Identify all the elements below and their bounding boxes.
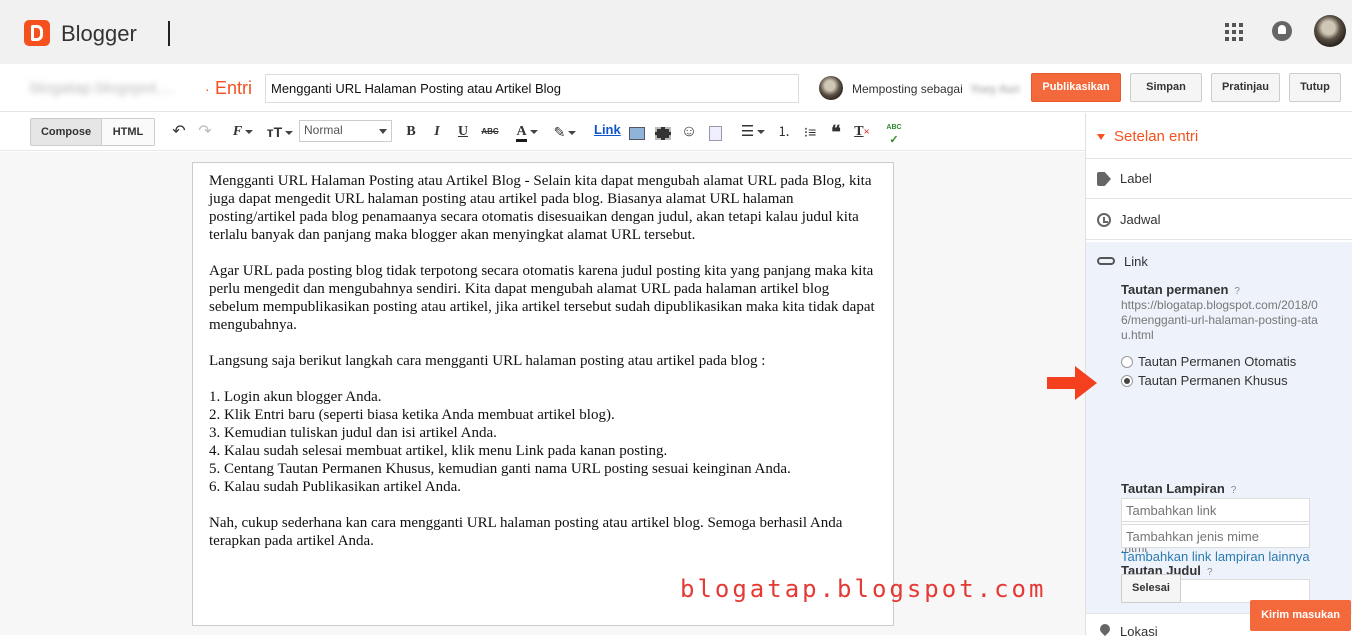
preview-button[interactable]: Pratinjau bbox=[1211, 73, 1280, 102]
strikethrough-button[interactable]: ABC bbox=[479, 122, 501, 142]
author-avatar bbox=[819, 76, 843, 100]
radio-button[interactable] bbox=[1121, 356, 1133, 368]
bulleted-list-icon[interactable]: ⁝≡ bbox=[800, 122, 820, 142]
watermark-text: blogatap.blogspot.com bbox=[680, 575, 1047, 603]
breadcrumb-separator: · bbox=[205, 81, 210, 97]
font-size-icon[interactable]: тT bbox=[264, 122, 296, 142]
sidebar-item-schedule[interactable]: Jadwal bbox=[1086, 200, 1352, 240]
done-button[interactable]: Selesai bbox=[1121, 574, 1181, 603]
red-arrow-icon bbox=[1047, 366, 1097, 400]
post-settings-sidebar: Setelan entri Label Jadwal Link Tautan p… bbox=[1085, 113, 1352, 639]
highlight-color-icon[interactable]: ✎ bbox=[550, 122, 580, 142]
alignment-icon[interactable]: ☰ bbox=[738, 122, 768, 142]
step-item: 2. Klik Entri baru (seperti biasa ketika… bbox=[209, 407, 615, 423]
help-icon[interactable]: ? bbox=[1207, 567, 1213, 578]
tag-icon bbox=[1097, 172, 1111, 186]
bold-button[interactable]: B bbox=[403, 122, 419, 142]
app-name[interactable]: Blogger bbox=[61, 21, 137, 47]
spellcheck-icon[interactable]: ABC ✓ bbox=[884, 122, 904, 146]
step-item: 1. Login akun blogger Anda. bbox=[209, 389, 382, 405]
radio-button-selected[interactable] bbox=[1121, 375, 1133, 387]
format-select[interactable]: Normal bbox=[299, 120, 392, 142]
link-button[interactable]: Link bbox=[594, 122, 621, 137]
paragraph: Mengganti URL Halaman Posting atau Artik… bbox=[209, 173, 872, 243]
sidebar-item-schedule-text: Jadwal bbox=[1120, 212, 1161, 227]
sidebar-item-location-text: Lokasi bbox=[1120, 624, 1158, 639]
breadcrumb-entri: Entri bbox=[215, 78, 253, 98]
numbered-list-icon[interactable]: ⒈ bbox=[774, 122, 794, 142]
insert-image-icon[interactable] bbox=[627, 122, 647, 142]
step-item: 4. Kalau sudah selesai membuat artikel, … bbox=[209, 443, 668, 459]
help-icon[interactable]: ? bbox=[1234, 286, 1240, 297]
close-button[interactable]: Tutup bbox=[1289, 73, 1341, 102]
save-button[interactable]: Simpan bbox=[1130, 73, 1202, 102]
insert-video-icon[interactable] bbox=[653, 122, 673, 142]
quote-icon[interactable]: ❝ bbox=[826, 122, 846, 142]
publish-button[interactable]: Publikasikan bbox=[1031, 73, 1121, 102]
post-settings-title: Setelan entri bbox=[1114, 128, 1199, 145]
collapse-triangle-icon bbox=[1097, 134, 1105, 140]
redo-icon[interactable]: ↷ bbox=[196, 122, 214, 142]
italic-button[interactable]: I bbox=[429, 122, 445, 142]
step-item: 6. Kalau sudah Publikasikan artikel Anda… bbox=[209, 479, 462, 495]
post-header-bar: blogatap.blogspot.... · Entri Memposting… bbox=[0, 64, 1352, 112]
account-avatar[interactable] bbox=[1314, 15, 1346, 47]
help-icon[interactable]: ? bbox=[1231, 485, 1237, 496]
paragraph: Langsung saja berikut langkah cara mengg… bbox=[209, 353, 766, 369]
mode-switch: Compose HTML bbox=[30, 118, 155, 146]
blog-name[interactable]: blogatap.blogspot.... bbox=[30, 80, 174, 98]
paragraph: Agar URL pada posting blog tidak terpoto… bbox=[209, 263, 875, 333]
radio-custom-label: Tautan Permanen Khusus bbox=[1138, 373, 1288, 388]
notifications-bell-icon[interactable] bbox=[1272, 21, 1292, 41]
insert-jump-break-icon[interactable] bbox=[705, 122, 725, 142]
remove-formatting-icon[interactable]: T× bbox=[852, 122, 872, 142]
format-select-value: Normal bbox=[304, 123, 343, 137]
attachment-mime-input[interactable] bbox=[1121, 524, 1310, 548]
link-panel-title[interactable]: Link bbox=[1124, 254, 1148, 269]
steps-list: 1. Login akun blogger Anda. 2. Klik Entr… bbox=[209, 388, 877, 496]
paragraph: Nah, cukup sederhana kan cara mengganti … bbox=[209, 515, 843, 549]
radio-custom-permalink[interactable]: Tautan Permanen Khusus bbox=[1121, 373, 1288, 388]
top-bar: Blogger bbox=[0, 0, 1352, 64]
text-color-label: A bbox=[516, 124, 527, 142]
sidebar-item-label[interactable]: Label bbox=[1086, 159, 1352, 199]
send-feedback-button[interactable]: Kirim masukan bbox=[1250, 600, 1351, 631]
emoji-icon[interactable]: ☺ bbox=[679, 122, 699, 142]
text-color-icon[interactable]: A bbox=[512, 122, 542, 142]
add-attachment-link[interactable]: Tambahkan link lampiran lainnya bbox=[1121, 549, 1310, 564]
editor-area: Mengganti URL Halaman Posting atau Artik… bbox=[0, 152, 1085, 635]
undo-icon[interactable]: ↶ bbox=[170, 122, 188, 142]
spellcheck-label: ABC bbox=[886, 124, 902, 131]
attachment-label-text: Tautan Lampiran bbox=[1121, 481, 1225, 496]
attachment-link-input[interactable] bbox=[1121, 498, 1310, 522]
chevron-down-icon bbox=[379, 129, 387, 134]
link-chain-icon bbox=[1097, 257, 1115, 265]
radio-auto-permalink[interactable]: Tautan Permanen Otomatis bbox=[1121, 354, 1296, 369]
blogger-logo-icon[interactable] bbox=[24, 20, 50, 46]
post-settings-header[interactable]: Setelan entri bbox=[1086, 113, 1352, 159]
html-mode-button[interactable]: HTML bbox=[102, 119, 154, 145]
posting-as-label: Memposting sebagai bbox=[852, 82, 963, 96]
apps-grid-icon[interactable] bbox=[1225, 23, 1243, 41]
permalink-url: https://blogatap.blogspot.com/2018/06/me… bbox=[1121, 298, 1318, 342]
step-item: 5. Centang Tautan Permanen Khusus, kemud… bbox=[209, 461, 791, 477]
attachment-label: Tautan Lampiran? bbox=[1121, 481, 1236, 496]
font-family-icon[interactable]: F bbox=[228, 122, 258, 142]
clock-icon bbox=[1097, 213, 1111, 227]
step-item: 3. Kemudian tuliskan judul dan isi artik… bbox=[209, 425, 497, 441]
header-divider bbox=[168, 21, 170, 46]
post-title-input[interactable] bbox=[265, 74, 799, 103]
editor-toolbar: Compose HTML ↶ ↷ F тT Normal B I U ABC A… bbox=[0, 113, 1085, 151]
sidebar-item-label-text: Label bbox=[1120, 171, 1152, 186]
post-body-editor[interactable]: Mengganti URL Halaman Posting atau Artik… bbox=[192, 162, 894, 626]
posting-as-name[interactable]: Yoey Asri bbox=[970, 82, 1020, 96]
permalink-label: Tautan permanen? bbox=[1121, 282, 1240, 297]
permalink-label-text: Tautan permanen bbox=[1121, 282, 1229, 297]
compose-mode-button[interactable]: Compose bbox=[31, 119, 102, 145]
underline-button[interactable]: U bbox=[455, 122, 471, 142]
location-pin-icon bbox=[1097, 621, 1113, 637]
radio-auto-label: Tautan Permanen Otomatis bbox=[1138, 354, 1297, 369]
